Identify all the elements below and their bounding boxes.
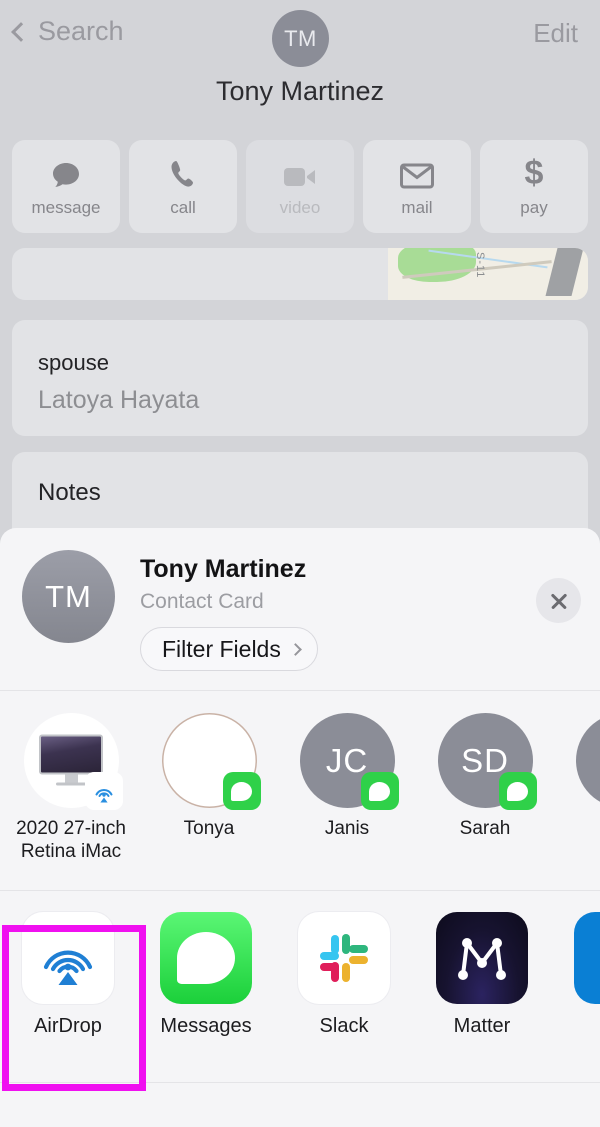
matter-icon [436,912,528,1004]
share-target-partial[interactable]: D [566,713,600,863]
share-target-label: 2020 27-inch Retina iMac [16,818,126,863]
messages-icon [160,912,252,1004]
share-app-label: Matter [453,1015,511,1037]
svg-text:$: $ [525,155,544,189]
share-app-matter[interactable]: Matter [436,912,528,1038]
field-label-notes: Notes [38,479,101,506]
chevron-left-icon [11,21,31,42]
share-target-janis[interactable]: JC Janis [290,713,404,863]
share-app-label: Slack [319,1015,369,1037]
airdrop-highlight-box [2,925,146,1091]
action-pay-label: pay [520,198,548,217]
message-bubble-shape [177,932,235,984]
action-video-button[interactable]: video [246,140,354,233]
imac-stand-foot [56,781,86,785]
envelope-icon [400,155,434,189]
share-target-avatar-wrap: SD [437,713,537,810]
messages-badge-icon [498,772,537,810]
messages-badge-icon [360,772,399,810]
action-pay-button[interactable]: $ pay [480,140,588,233]
contact-initials-avatar [575,713,600,808]
messages-badge-icon [222,772,261,810]
share-target-avatar-wrap [575,713,600,808]
action-message-label: message [31,198,101,217]
field-value-spouse: Latoya Hayata [38,386,200,414]
slack-icon [298,912,390,1004]
share-target-label: Tonya [183,818,235,839]
filter-fields-button[interactable]: Filter Fields [140,627,318,671]
screen-root: Search Edit TM Tony Martinez message cal… [0,0,600,1127]
action-call-label: call [170,198,196,217]
share-target-sarah[interactable]: SD Sarah [428,713,542,863]
share-targets-strip: 2020 27-inch Retina iMac Tonya JC Janis [14,713,600,863]
share-app-slack[interactable]: Slack [298,912,390,1038]
message-bubble-icon [51,155,81,189]
share-target-tonya[interactable]: Tonya [152,713,266,863]
map-building [545,248,585,296]
quick-action-row: message call video mail $ pay [12,140,588,233]
action-message-button[interactable]: message [12,140,120,233]
action-call-button[interactable]: call [129,140,237,233]
share-target-label: Janis [324,818,370,839]
share-app-partial[interactable] [574,912,600,1038]
dollar-sign-icon: $ [523,155,545,189]
share-app-messages[interactable]: Messages [160,912,252,1038]
app-icon-partial [574,912,600,1004]
action-mail-button[interactable]: mail [363,140,471,233]
video-camera-icon [283,155,317,189]
share-target-avatar-wrap: JC [299,713,399,810]
share-item-subtitle: Contact Card [140,590,264,613]
share-target-imac[interactable]: 2020 27-inch Retina iMac [14,713,128,863]
contact-name: Tony Martinez [215,76,385,106]
back-to-search-button[interactable]: Search [11,16,124,47]
share-item-title: Tony Martinez [140,555,307,583]
action-video-label: video [279,198,321,217]
share-target-avatar-wrap [161,713,261,810]
edit-button[interactable]: Edit [533,18,578,49]
close-icon [549,591,569,611]
message-bubble-shape [507,781,528,801]
contact-avatar: TM [272,10,329,67]
back-button-label: Search [38,16,124,46]
message-bubble-shape [231,781,252,801]
action-mail-label: mail [401,198,433,217]
contact-card-backdrop: Search Edit TM Tony Martinez message cal… [0,0,600,600]
close-share-sheet-button[interactable] [536,578,581,623]
share-contact-avatar: TM [22,550,115,643]
share-targets-row[interactable]: 2020 27-inch Retina iMac Tonya JC Janis [0,691,600,891]
imac-screen [39,733,103,774]
field-card-spouse[interactable]: spouse Latoya Hayata [12,320,588,436]
filter-fields-label: Filter Fields [162,635,281,662]
map-card[interactable]: S-11 [12,248,588,300]
share-app-label: Messages [160,1015,252,1037]
airdrop-badge-icon [84,772,123,810]
chevron-right-icon [288,642,302,656]
map-street-label: S-11 [474,252,486,279]
field-label-spouse: spouse [38,350,109,375]
imac-stand-neck [64,773,78,782]
map-thumbnail: S-11 [388,248,588,300]
share-target-label: Sarah [459,818,511,839]
message-bubble-shape [369,781,390,801]
share-sheet-header: TM Tony Martinez Contact Card Filter Fie… [0,528,600,691]
phone-icon [169,155,197,189]
share-target-avatar-wrap [23,713,123,810]
